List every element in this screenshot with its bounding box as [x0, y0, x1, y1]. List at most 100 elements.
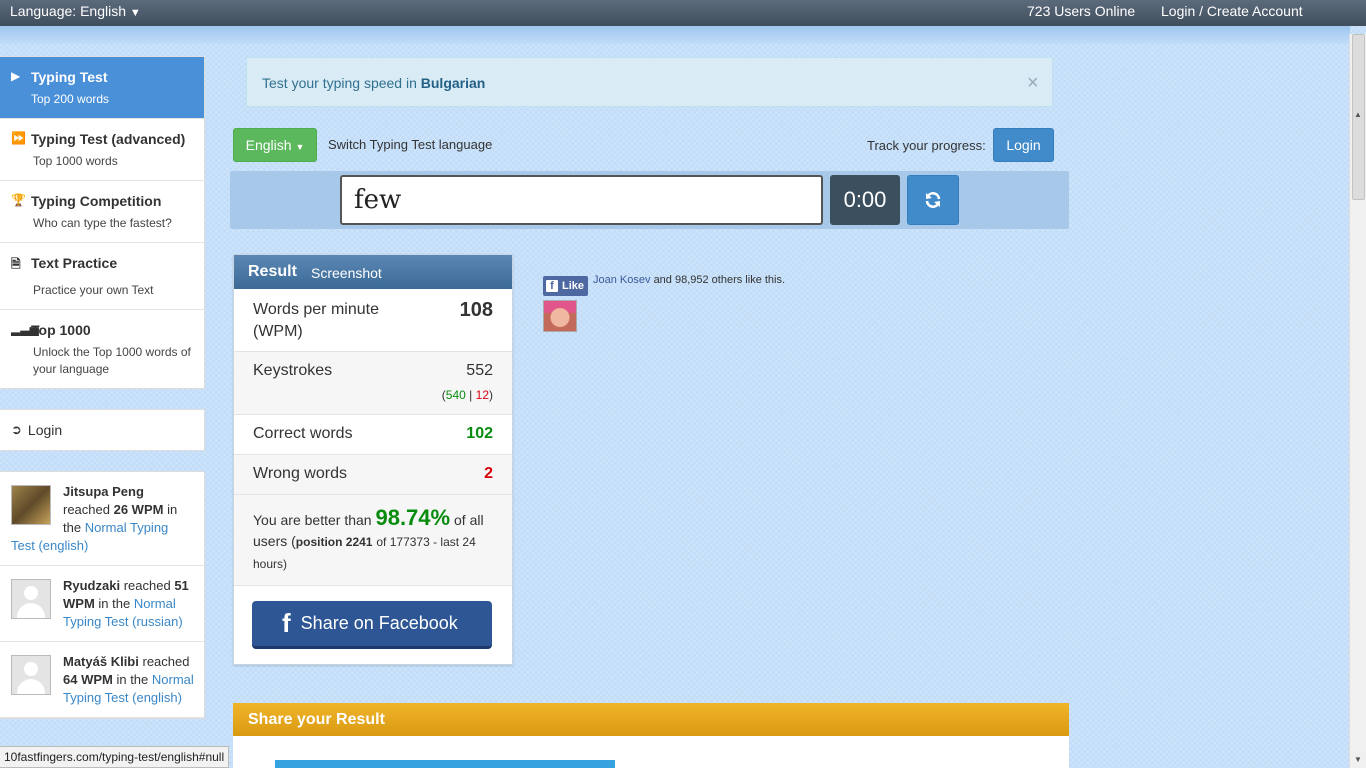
document-icon: 🗎 [11, 257, 21, 271]
activity-wpm: 64 WPM [63, 672, 113, 687]
correct-words-value: 102 [466, 425, 493, 442]
sidebar-login[interactable]: ➲ Login [0, 409, 205, 451]
ranking-prefix: You are better than [253, 512, 372, 528]
sidebar-item-text-practice[interactable]: 🗎 Text Practice Practice your own Text [0, 243, 204, 310]
wpm-label: Words per minute (WPM) [253, 301, 379, 340]
activity-wpm: 26 WPM [113, 502, 164, 517]
activity-user[interactable]: Ryudzaki [63, 578, 120, 593]
trophy-icon: 🏆 [11, 193, 26, 207]
like-label: Like [562, 280, 585, 292]
login-button[interactable]: Login [993, 128, 1054, 162]
sidebar-item-label: Text Practice [31, 255, 118, 271]
sidebar-item-label: Typing Competition [31, 193, 162, 209]
track-progress-label: Track your progress: [867, 138, 986, 153]
activity-text: reached [63, 502, 110, 517]
sidebar-item-top-1000[interactable]: ▂▃▅ Top 1000 Unlock the Top 1000 words of… [0, 310, 204, 388]
avatar[interactable] [11, 655, 51, 695]
sidebar-item-label: Typing Test (advanced) [31, 131, 186, 147]
result-panel: Result Screenshot Words per minute (WPM)… [233, 254, 513, 665]
keystrokes-correct: 540 [445, 388, 466, 402]
play-icon: ▶ [11, 69, 21, 83]
sidebar: ▶ Typing Test Top 200 words ⏩ Typing Test … [0, 56, 205, 719]
activity-item: Matyáš Klibi reached 64 WPM in the Norma… [0, 642, 204, 718]
like-count-text: and 98,952 others like this. [653, 274, 786, 286]
reload-button[interactable] [907, 175, 959, 225]
facebook-icon: f [546, 280, 558, 292]
language-label: Language: English [10, 3, 126, 19]
language-suggestion-alert: Test your typing speed in Bulgarian × [246, 57, 1053, 107]
share-result-banner [275, 760, 615, 768]
share-facebook-label: Share on Facebook [300, 613, 458, 633]
sidebar-item-sub: Top 1000 words [33, 154, 118, 168]
share-result-panel: Share your Result [233, 703, 1069, 768]
signal-bars-icon: ▂▃▅ [11, 322, 39, 336]
alert-language-link[interactable]: Bulgarian [421, 75, 486, 91]
facebook-like-widget: f Like Joan Kosev and 98,952 others like t… [543, 274, 785, 332]
scroll-up-icon[interactable]: ▲ [1354, 110, 1362, 119]
wrong-words-row: Wrong words 2 [234, 455, 512, 495]
screenshot-tab[interactable]: Screenshot [311, 265, 382, 281]
page-scrollbar[interactable]: ▲ ▼ [1349, 34, 1366, 768]
status-url: 10fastfingers.com/typing-test/english#nu… [0, 746, 230, 768]
sidebar-item-sub: Who can type the fastest? [33, 216, 172, 230]
sidebar-item-label: Top 1000 [31, 322, 91, 338]
keystrokes-row: Keystrokes 552 (540 | 12) [234, 352, 512, 415]
result-header: Result Screenshot [234, 255, 512, 289]
sidebar-item-sub: Top 200 words [31, 92, 110, 106]
friend-avatar[interactable] [543, 300, 577, 332]
close-icon[interactable]: × [1027, 72, 1039, 95]
fast-forward-icon: ⏩ [11, 131, 26, 145]
sidebar-nav: ▶ Typing Test Top 200 words ⏩ Typing Test … [0, 56, 205, 389]
sidebar-login-label: Login [27, 422, 63, 438]
sidebar-item-typing-test-advanced[interactable]: ⏩ Typing Test (advanced) Top 1000 words [0, 119, 204, 181]
like-friend-link[interactable]: Joan Kosev [593, 274, 650, 286]
activity-user[interactable]: Jitsupa Peng [63, 484, 144, 499]
wrong-words-value: 2 [484, 465, 493, 482]
sign-in-icon: ➲ [11, 422, 22, 437]
avatar[interactable] [11, 579, 51, 619]
chevron-down-icon: ▼ [129, 7, 141, 19]
facebook-icon: f [282, 608, 291, 638]
activity-item: Ryudzaki reached 51 WPM in the Normal Ty… [0, 566, 204, 642]
share-facebook-button[interactable]: f Share on Facebook [252, 601, 492, 649]
language-dropdown-button[interactable]: English ▼ [233, 128, 317, 162]
login-create-account-link[interactable]: Login / Create Account [1161, 3, 1303, 19]
activity-item: Jitsupa Peng reached 26 WPM in the Norma… [0, 472, 204, 566]
typing-row: 0:00 [230, 171, 1069, 229]
header-strip [0, 26, 1350, 44]
result-title: Result [248, 263, 297, 280]
sidebar-item-sub: Unlock the Top 1000 words of your langua… [33, 345, 191, 376]
like-text: Joan Kosev and 98,952 others like this. [593, 274, 785, 286]
ranking-text: You are better than 98.74% of all users … [234, 495, 512, 586]
ranking-of: of [453, 512, 466, 528]
language-button-label: English [245, 137, 292, 153]
sidebar-item-typing-competition[interactable]: 🏆 Typing Competition Who can type the fas… [0, 181, 204, 243]
caret-down-icon: ▼ [295, 142, 305, 152]
wrong-words-label: Wrong words [253, 465, 347, 482]
correct-words-label: Correct words [253, 425, 353, 442]
top-bar: Language: English ▼ 723 Users Online Log… [0, 0, 1366, 26]
switch-language-label: Switch Typing Test language [328, 137, 493, 152]
keystrokes-value: 552 [466, 362, 493, 379]
refresh-icon [925, 192, 941, 208]
language-selector[interactable]: Language: English ▼ [10, 3, 141, 19]
recent-activity: Jitsupa Peng reached 26 WPM in the Norma… [0, 471, 205, 719]
typing-input[interactable] [340, 175, 823, 225]
wpm-value: 108 [459, 299, 493, 321]
scroll-down-icon[interactable]: ▼ [1354, 755, 1362, 764]
timer: 0:00 [830, 175, 900, 225]
activity-text: reached [142, 654, 190, 669]
activity-text: in the [116, 672, 149, 687]
activity-user[interactable]: Matyáš Klibi [63, 654, 139, 669]
ranking-percentage: 98.74% [375, 505, 451, 530]
sidebar-item-sub: Practice your own Text [33, 283, 154, 297]
share-result-title: Share your Result [233, 703, 1069, 736]
like-button[interactable]: f Like [543, 276, 589, 296]
ranking-position: position 2241 [295, 535, 373, 549]
keystrokes-breakdown: (540 | 12) [441, 388, 493, 402]
avatar[interactable] [11, 485, 51, 525]
sidebar-item-typing-test[interactable]: ▶ Typing Test Top 200 words [0, 57, 204, 119]
keystrokes-label: Keystrokes [253, 362, 333, 379]
share-wrap: f Share on Facebook [234, 586, 512, 664]
users-online: 723 Users Online [1027, 3, 1136, 19]
